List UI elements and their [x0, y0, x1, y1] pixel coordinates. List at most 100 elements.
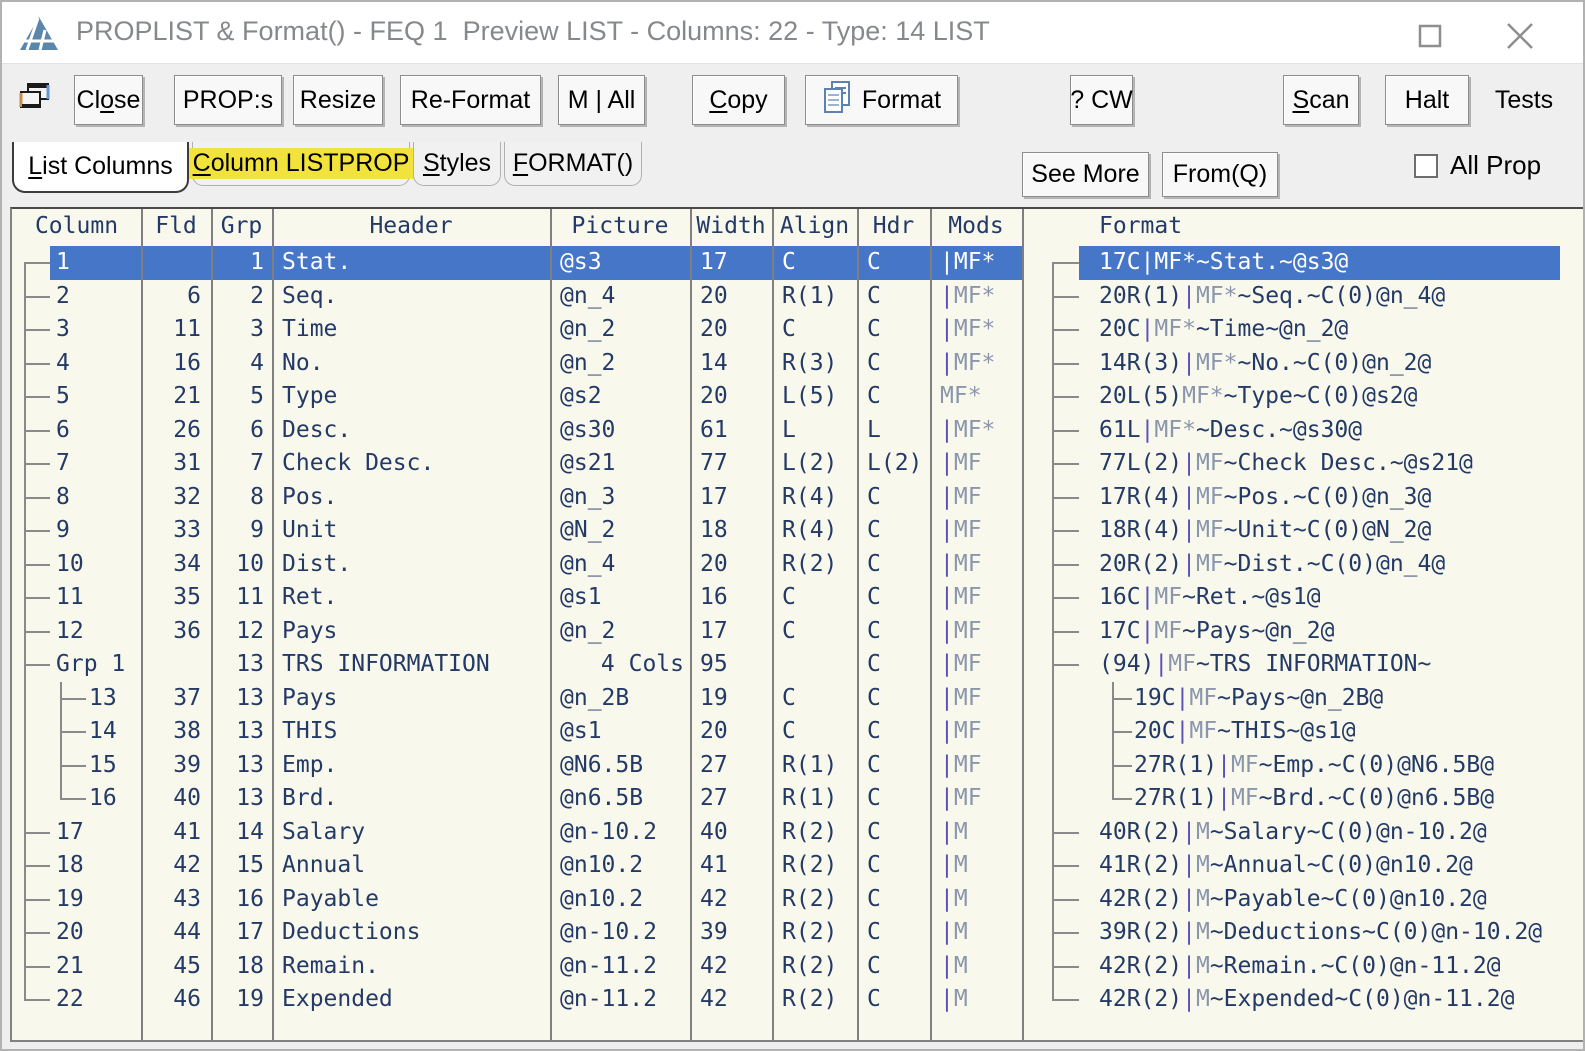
- table-row[interactable]: 2 6 2 Seq. @n_4 20 R(1) C |MF* 20R(1)|MF*~Seq.~C(…: [12, 280, 1583, 314]
- cell-width: 77: [700, 450, 728, 476]
- cell-grp: 9: [250, 517, 264, 543]
- tree-branch: [60, 731, 86, 733]
- cell-width: 17: [700, 249, 728, 275]
- cell-column: 15: [89, 751, 117, 778]
- cell-width: 40: [700, 818, 728, 845]
- app-logo-icon: [18, 15, 60, 58]
- cell-column: 16: [89, 785, 117, 811]
- table-row[interactable]: Grp 1 13 TRS INFORMATION 4 Cols 95 C |MF (94)|M…: [12, 648, 1583, 682]
- cell-format: 40R(2)|M~Salary~C(0)@n-10.2@: [1099, 818, 1487, 845]
- table-row[interactable]: 11 35 11 Ret. @s1 16 C C |MF 16C|MF~Ret.~@s1@: [12, 581, 1583, 615]
- cell-width: 17: [700, 483, 728, 510]
- tree-branch: [24, 262, 50, 264]
- tests-label: Tests: [1494, 85, 1554, 114]
- table-row[interactable]: 1 1 Stat. @s3 17 C C |MF* 17C|MF*~Stat.~@s3@: [12, 246, 1583, 280]
- cell-column: 9: [56, 517, 70, 543]
- table-row[interactable]: 16 40 13 Brd. @n6.5B 27 R(1) C |MF 27R(1)|MF~Brd.…: [12, 782, 1583, 816]
- cell-header: THIS: [282, 718, 338, 744]
- see-more-button[interactable]: See More: [1022, 152, 1149, 197]
- cell-column: 3: [56, 316, 70, 342]
- cell-column: 22: [56, 986, 84, 1012]
- tab-list-columns[interactable]: List Columns: [12, 142, 189, 193]
- cell-format: 17C|MF~Pays~@n_2@: [1099, 617, 1335, 644]
- table-row[interactable]: 7 31 7 Check Desc. @s21 77 L(2) L(2) |MF 77L(2)|M…: [12, 447, 1583, 481]
- tree-branch: [1052, 329, 1079, 331]
- all-prop-control: All Prop: [1414, 150, 1541, 181]
- tab-styles[interactable]: Styles: [413, 142, 501, 186]
- table-row[interactable]: 9 33 9 Unit @N_2 18 R(4) C |MF 18R(4)|MF~Unit~C(0…: [12, 514, 1583, 548]
- cell-grp: 7: [250, 450, 264, 476]
- table-row[interactable]: 8 32 8 Pos. @n_3 17 R(4) C |MF 17R(4)|MF~Pos.~C(0…: [12, 481, 1583, 515]
- table-row[interactable]: 18 42 15 Annual @n10.2 41 R(2) C |M 41R(2)|M~Annu…: [12, 849, 1583, 883]
- cell-format: 39R(2)|M~Deductions~C(0)@n-10.2@: [1099, 919, 1543, 945]
- cell-fld: 42: [173, 852, 201, 878]
- tree-branch: [24, 362, 50, 365]
- close-window-button[interactable]: [1500, 20, 1540, 52]
- cell-picture: @n10.2: [560, 852, 644, 878]
- cell-width: 20: [700, 550, 728, 577]
- props-button[interactable]: PROP:s: [174, 75, 282, 125]
- cell-align: R(4): [782, 517, 838, 543]
- cascade-button[interactable]: [18, 75, 52, 125]
- columns-table: Column Fld Grp Header Picture Width Align Hdr Mo…: [10, 207, 1583, 1042]
- cell-fld: 31: [173, 450, 201, 476]
- cell-column: 18: [56, 852, 84, 878]
- resize-button[interactable]: Resize: [293, 75, 383, 125]
- tree-branch: [1052, 965, 1079, 968]
- cell-align: C: [782, 584, 796, 610]
- cell-width: 42: [700, 986, 728, 1012]
- cell-column: 4: [56, 349, 70, 376]
- tab-column-listprop[interactable]: Column LISTPROP: [187, 142, 415, 186]
- cell-header: Stat.: [282, 249, 352, 275]
- table-row[interactable]: 5 21 5 Type @s2 20 L(5) C MF* 20L(5)MF*~Type~C(0)…: [12, 380, 1583, 414]
- cell-picture: @n_2: [560, 617, 616, 644]
- table-row[interactable]: 10 34 10 Dist. @n_4 20 R(2) C |MF 20R(2)|MF~Dist.…: [12, 548, 1583, 582]
- tests-button[interactable]: Tests: [1485, 75, 1563, 125]
- table-row[interactable]: 17 41 14 Salary @n-10.2 40 R(2) C |M 40R(2)|M~Sal…: [12, 816, 1583, 850]
- close-button[interactable]: Close: [74, 75, 143, 125]
- copy-label: Copy: [709, 85, 768, 114]
- table-row[interactable]: 15 39 13 Emp. @N6.5B 27 R(1) C |MF 27R(1)|MF~Emp.…: [12, 749, 1583, 783]
- table-row[interactable]: 3 11 3 Time @n_2 20 C C |MF* 20C|MF*~Time~@n_2@: [12, 313, 1583, 347]
- cell-align: R(2): [782, 919, 838, 945]
- scan-button[interactable]: Scan: [1283, 75, 1359, 125]
- cell-mods: |M: [940, 952, 968, 979]
- table-row[interactable]: 14 38 13 THIS @s1 20 C C |MF 20C|MF~THIS~@s1@: [12, 715, 1583, 749]
- table-row[interactable]: 19 43 16 Payable @n10.2 42 R(2) C |M 42R(2)|M~Pay…: [12, 883, 1583, 917]
- table-row[interactable]: 22 46 19 Expended @n-11.2 42 R(2) C |M 42R(2)|M~E…: [12, 983, 1583, 1017]
- cell-fld: 26: [173, 416, 201, 443]
- table-row[interactable]: 6 26 6 Desc. @s30 61 L L |MF* 61L|MF*~Desc.~@s30@: [12, 414, 1583, 448]
- tree-branch: [24, 530, 50, 532]
- all-prop-checkbox[interactable]: [1414, 153, 1438, 178]
- see_more-label: See More: [1031, 160, 1140, 188]
- tab-format[interactable]: FORMAT(): [504, 142, 642, 186]
- cell-column: 5: [56, 383, 70, 409]
- cell-header: Deductions: [282, 919, 421, 945]
- cell-grp: 8: [250, 483, 264, 510]
- halt-button[interactable]: Halt: [1385, 75, 1469, 125]
- table-row[interactable]: 4 16 4 No. @n_2 14 R(3) C |MF* 14R(3)|MF*~No.~C(0…: [12, 347, 1583, 381]
- mall-button[interactable]: M | All: [558, 75, 645, 125]
- cell-format: 42R(2)|M~Remain.~C(0)@n-11.2@: [1099, 952, 1501, 979]
- cell-format: 18R(4)|MF~Unit~C(0)@N_2@: [1099, 517, 1432, 543]
- tree-branch: [24, 664, 50, 666]
- cell-picture: @n-11.2: [560, 952, 657, 979]
- table-row[interactable]: 21 45 18 Remain. @n-11.2 42 R(2) C |M 42R(2)|M~Re…: [12, 950, 1583, 984]
- qcw-button[interactable]: ? CW: [1070, 75, 1133, 125]
- tree-branch: [24, 999, 50, 1001]
- cell-fld: 38: [173, 718, 201, 744]
- cell-mods: |MF: [940, 651, 982, 677]
- tree-branch: [1052, 262, 1079, 264]
- cell-grp: 17: [236, 919, 264, 945]
- table-row[interactable]: 12 36 12 Pays @n_2 17 C C |MF 17C|MF~Pays~@n_2@: [12, 615, 1583, 649]
- cell-format: 14R(3)|MF*~No.~C(0)@n_2@: [1099, 349, 1432, 376]
- maximize-button[interactable]: [1410, 20, 1450, 52]
- copy-button[interactable]: Copy: [692, 75, 785, 125]
- table-row[interactable]: 20 44 17 Deductions @n-10.2 39 R(2) C |M 39R(2)|M…: [12, 916, 1583, 950]
- fromq-button[interactable]: From(Q): [1162, 152, 1278, 197]
- format-button[interactable]: Format: [805, 75, 958, 125]
- reformat-button[interactable]: Re-Format: [400, 75, 541, 125]
- table-row[interactable]: 13 37 13 Pays @n_2B 19 C C |MF 19C|MF~Pays~@n_2B@: [12, 682, 1583, 716]
- header-cell-grp: Grp: [220, 213, 263, 239]
- cell-format: 20R(1)|MF*~Seq.~C(0)@n_4@: [1099, 282, 1446, 309]
